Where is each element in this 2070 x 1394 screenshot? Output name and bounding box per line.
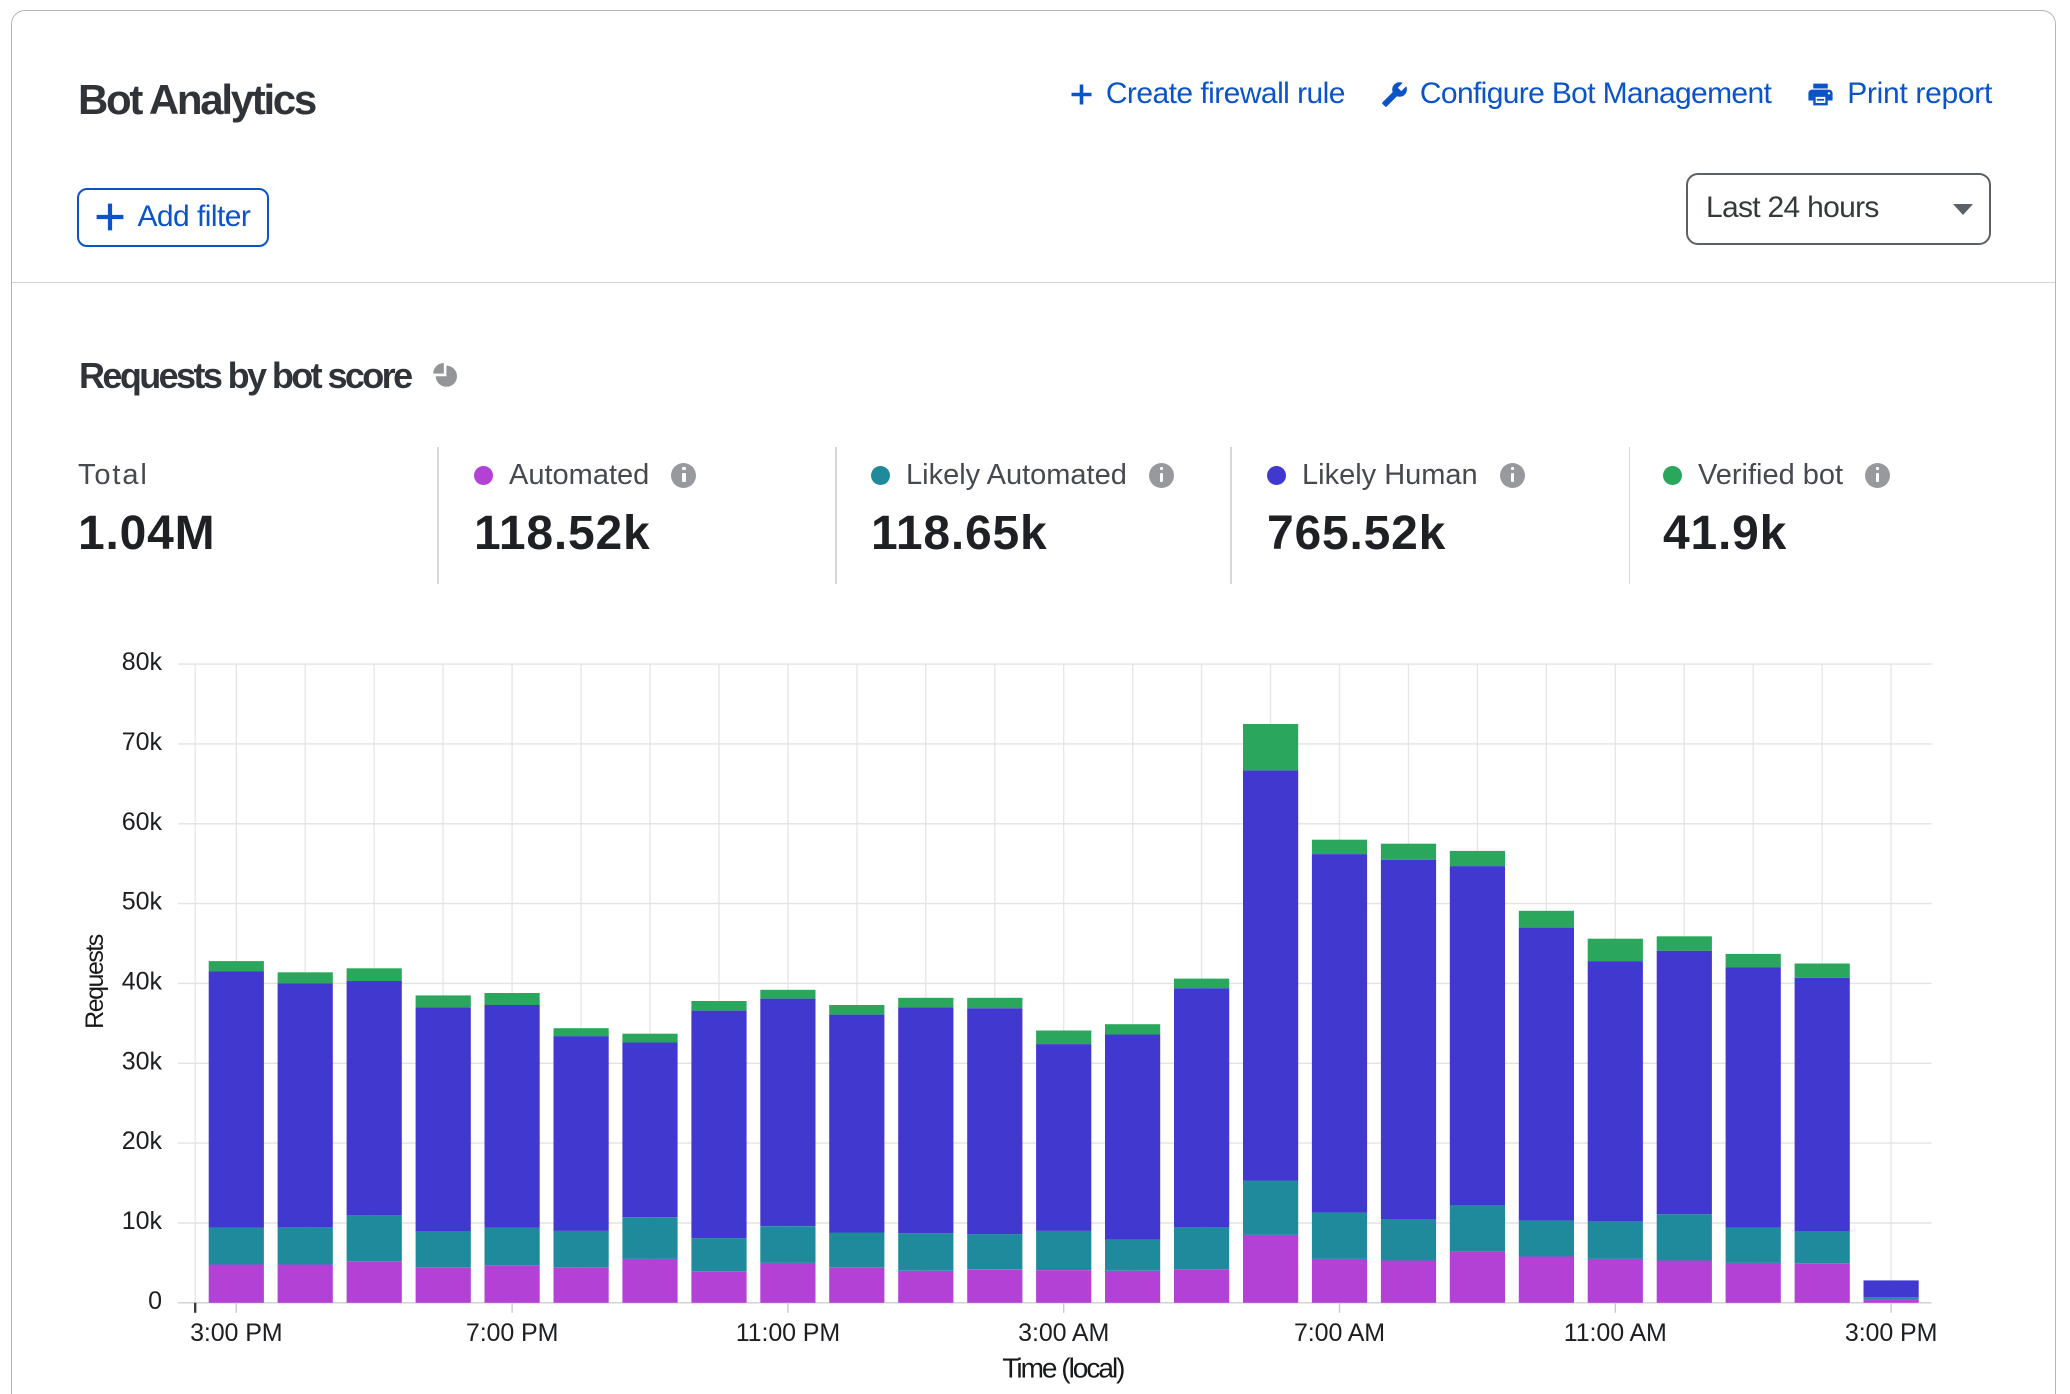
svg-text:10k: 10k — [122, 1207, 163, 1235]
svg-text:30k: 30k — [122, 1047, 163, 1075]
svg-text:50k: 50k — [122, 888, 163, 916]
svg-text:3:00 AM: 3:00 AM — [1018, 1319, 1109, 1347]
svg-text:Requests: Requests — [81, 934, 109, 1029]
svg-text:11:00 PM: 11:00 PM — [736, 1319, 840, 1347]
svg-text:0: 0 — [148, 1287, 162, 1315]
svg-text:7:00 AM: 7:00 AM — [1294, 1319, 1385, 1347]
svg-text:11:00 AM: 11:00 AM — [1564, 1319, 1667, 1347]
svg-text:60k: 60k — [122, 808, 163, 836]
svg-text:20k: 20k — [122, 1127, 163, 1155]
svg-text:70k: 70k — [122, 728, 163, 756]
svg-text:40k: 40k — [122, 967, 163, 995]
svg-text:3:00 PM: 3:00 PM — [1845, 1319, 1937, 1347]
svg-text:3:00 PM: 3:00 PM — [190, 1319, 282, 1347]
svg-text:7:00 PM: 7:00 PM — [466, 1319, 558, 1347]
svg-text:Time (local): Time (local) — [1002, 1352, 1124, 1383]
svg-text:80k: 80k — [122, 648, 163, 676]
